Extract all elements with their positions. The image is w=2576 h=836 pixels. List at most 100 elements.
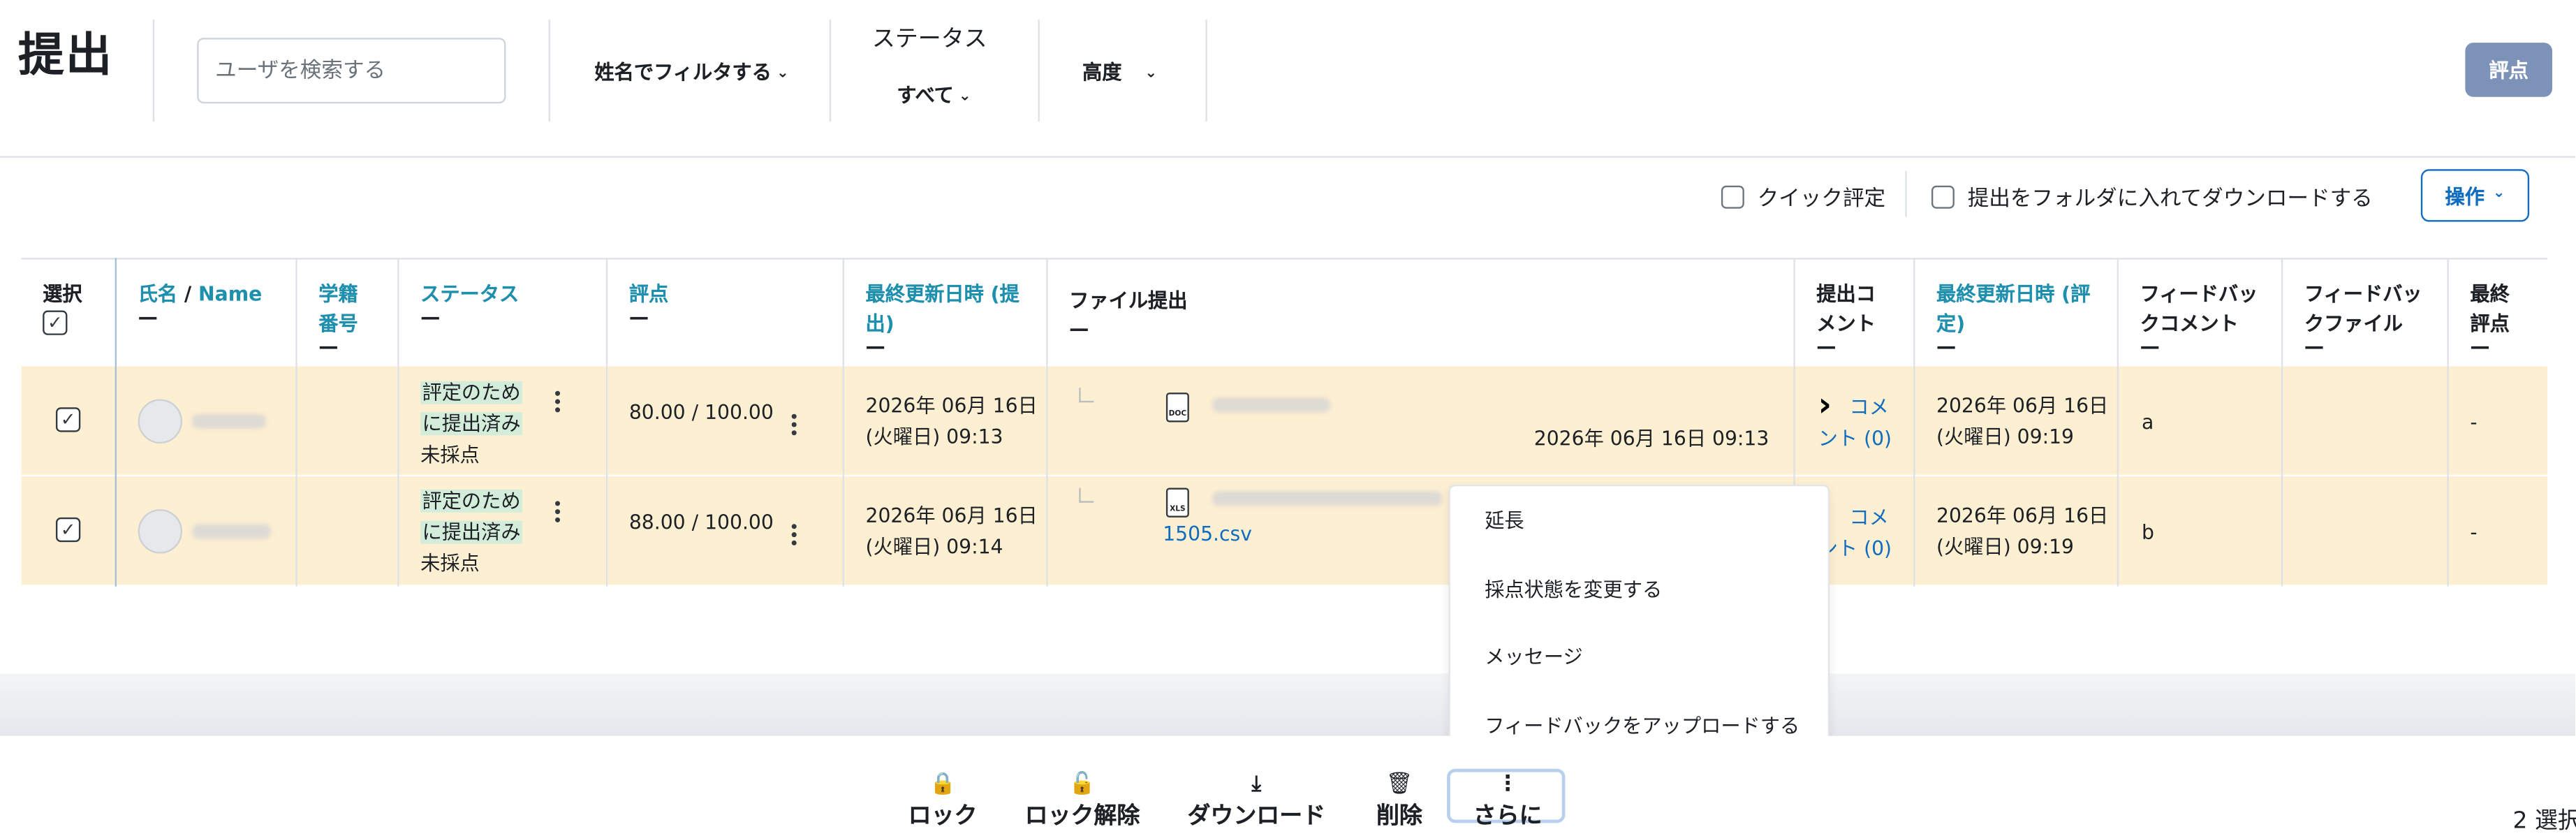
table-row	[21, 366, 2547, 475]
header-final-grade: 最終評点 —	[2470, 282, 2510, 358]
page-background	[0, 673, 2575, 736]
divider	[829, 20, 832, 122]
header-last-modified-grade[interactable]: 最終更新日時 (評定) —	[1913, 260, 2117, 368]
more-button[interactable]: ⋮ さらに	[1473, 772, 1543, 831]
xls-file-icon: XLS	[1165, 487, 1189, 518]
header-feedback-files: フィードバックファイル —	[2304, 282, 2422, 358]
column-divider	[1913, 258, 1915, 587]
divider	[1905, 170, 1907, 217]
grade-value: 88.00 / 100.00	[628, 511, 774, 534]
last-graded: 2026年 06月 16日 (火曜日) 09:19	[1936, 504, 2109, 559]
divider	[152, 20, 155, 122]
actions-button[interactable]: 操作 ⌄	[2420, 169, 2530, 222]
trash-icon: 🗑	[1385, 772, 1413, 797]
status-text: 評定のため に提出済み 未採点	[420, 378, 522, 471]
divider	[1205, 20, 1207, 122]
unlock-button[interactable]: 🔓 ロック解除	[1025, 772, 1140, 831]
tree-connector	[1079, 487, 1094, 503]
avatar	[138, 509, 183, 554]
checkbox[interactable]	[1931, 184, 1955, 208]
header-status[interactable]: ステータス —	[397, 260, 606, 368]
feedback-comment: a	[2142, 411, 2154, 434]
column-divider	[397, 258, 399, 587]
doc-file-icon: DOC	[1165, 393, 1189, 423]
final-grade: -	[2470, 411, 2478, 434]
column-divider	[1046, 258, 1048, 587]
status-filter-button[interactable]: すべて ⌄	[897, 80, 971, 108]
chevron-down-icon: ⌄	[958, 89, 971, 105]
column-divider	[2447, 258, 2449, 587]
row-select-checkbox[interactable]: ✓	[55, 407, 81, 432]
grade-menu-icon[interactable]	[791, 524, 797, 548]
search-input[interactable]	[197, 38, 506, 104]
header-select: 選択 ✓	[22, 260, 115, 368]
tree-connector	[1079, 388, 1094, 403]
file-name-link[interactable]	[1212, 491, 1443, 506]
quick-grading-label: クイック評定	[1757, 187, 1886, 212]
feedback-comment: b	[2142, 520, 2154, 544]
advanced-filter-label: 高度	[1082, 61, 1122, 84]
comments-link[interactable]: コメ ント (0)	[1818, 393, 1892, 455]
header-idnumber[interactable]: 学籍番号 —	[295, 260, 397, 368]
last-modified: 2026年 06月 16日 (火曜日) 09:14	[865, 504, 1038, 559]
selected-count: 2 選択	[2512, 808, 2576, 835]
page-title: 提出	[17, 27, 114, 82]
chevron-down-icon: ⌄	[776, 66, 789, 82]
header-name[interactable]: 氏名 / Name —	[115, 260, 296, 368]
menu-item-change-marking-state[interactable]: 採点状態を変更する	[1485, 575, 1662, 603]
divider	[548, 20, 550, 122]
header-last-modified-submission[interactable]: 最終更新日時 (提出) —	[843, 260, 1047, 368]
name-filter-button[interactable]: 姓名でフィルタする ⌄	[594, 57, 788, 85]
checkbox[interactable]	[1721, 184, 1744, 208]
download-button[interactable]: ⤓ ダウンロード	[1187, 772, 1325, 831]
menu-item-message[interactable]: メッセージ	[1485, 643, 1583, 670]
download-folders-toggle[interactable]: 提出をフォルダに入れてダウンロードする	[1931, 181, 2373, 212]
grade-value: 80.00 / 100.00	[628, 400, 774, 424]
final-grade: -	[2470, 520, 2478, 544]
column-divider	[2281, 258, 2283, 587]
column-divider	[605, 258, 608, 587]
page-header: 提出 姓名でフィルタする⌄ ステータス すべて⌄ 高度⌄ 評点	[0, 0, 2575, 158]
status-filter-value: すべて	[897, 83, 954, 107]
lock-icon: 🔒	[929, 772, 957, 797]
status-text: 評定のため に提出済み 未採点	[420, 486, 522, 580]
actions-label: 操作	[2445, 184, 2485, 208]
quick-grading-toggle[interactable]: クイック評定	[1721, 181, 1885, 212]
delete-button[interactable]: 🗑 削除	[1376, 772, 1422, 831]
column-divider	[295, 258, 297, 587]
user-name[interactable]	[192, 413, 267, 429]
file-name-link[interactable]	[1212, 397, 1331, 413]
menu-item-extension[interactable]: 延長	[1485, 506, 1524, 534]
file-timestamp: 2026年 06月 16日 09:13	[1533, 427, 1769, 450]
file-name-link-tail[interactable]: 1505.csv	[1163, 519, 1252, 550]
last-modified: 2026年 06月 16日 (火曜日) 09:13	[865, 394, 1038, 449]
grade-button[interactable]: 評点	[2465, 43, 2553, 97]
more-actions-menu: 延長 採点状態を変更する メッセージ フィードバックをアップロードする	[1448, 484, 1830, 763]
user-name[interactable]	[192, 524, 272, 539]
chevron-down-icon: ⌄	[1145, 66, 1158, 82]
menu-item-upload-feedback[interactable]: フィードバックをアップロードする	[1485, 711, 1799, 739]
lock-button[interactable]: 🔒 ロック	[908, 772, 978, 831]
header-grade[interactable]: 評点 —	[606, 260, 843, 368]
last-graded: 2026年 06月 16日 (火曜日) 09:19	[1936, 394, 2109, 449]
grade-menu-icon[interactable]	[791, 413, 797, 439]
column-divider	[115, 258, 117, 587]
column-divider	[2117, 258, 2119, 587]
name-filter-label: 姓名でフィルタする	[594, 61, 772, 84]
kebab-icon: ⋮	[1496, 772, 1519, 797]
header-submission-comments: 提出コメント —	[1816, 282, 1876, 358]
advanced-filter-button[interactable]: 高度 ⌄	[1082, 57, 1157, 85]
row-menu-icon[interactable]	[554, 390, 561, 416]
header-feedback-comments: フィードバックコメント —	[2140, 282, 2258, 358]
unlock-icon: 🔓	[1068, 772, 1096, 797]
header-file-submissions: ファイル提出 —	[1069, 288, 1188, 340]
chevron-down-icon: ⌄	[2492, 185, 2505, 203]
download-folders-label: 提出をフォルダに入れてダウンロードする	[1967, 187, 2373, 212]
select-all-checkbox[interactable]: ✓	[43, 310, 68, 335]
row-menu-icon[interactable]	[554, 501, 561, 525]
column-divider	[842, 258, 844, 587]
divider	[1038, 20, 1040, 122]
avatar	[138, 399, 183, 444]
download-icon: ⤓	[1251, 772, 1262, 797]
row-select-checkbox[interactable]: ✓	[55, 517, 81, 543]
